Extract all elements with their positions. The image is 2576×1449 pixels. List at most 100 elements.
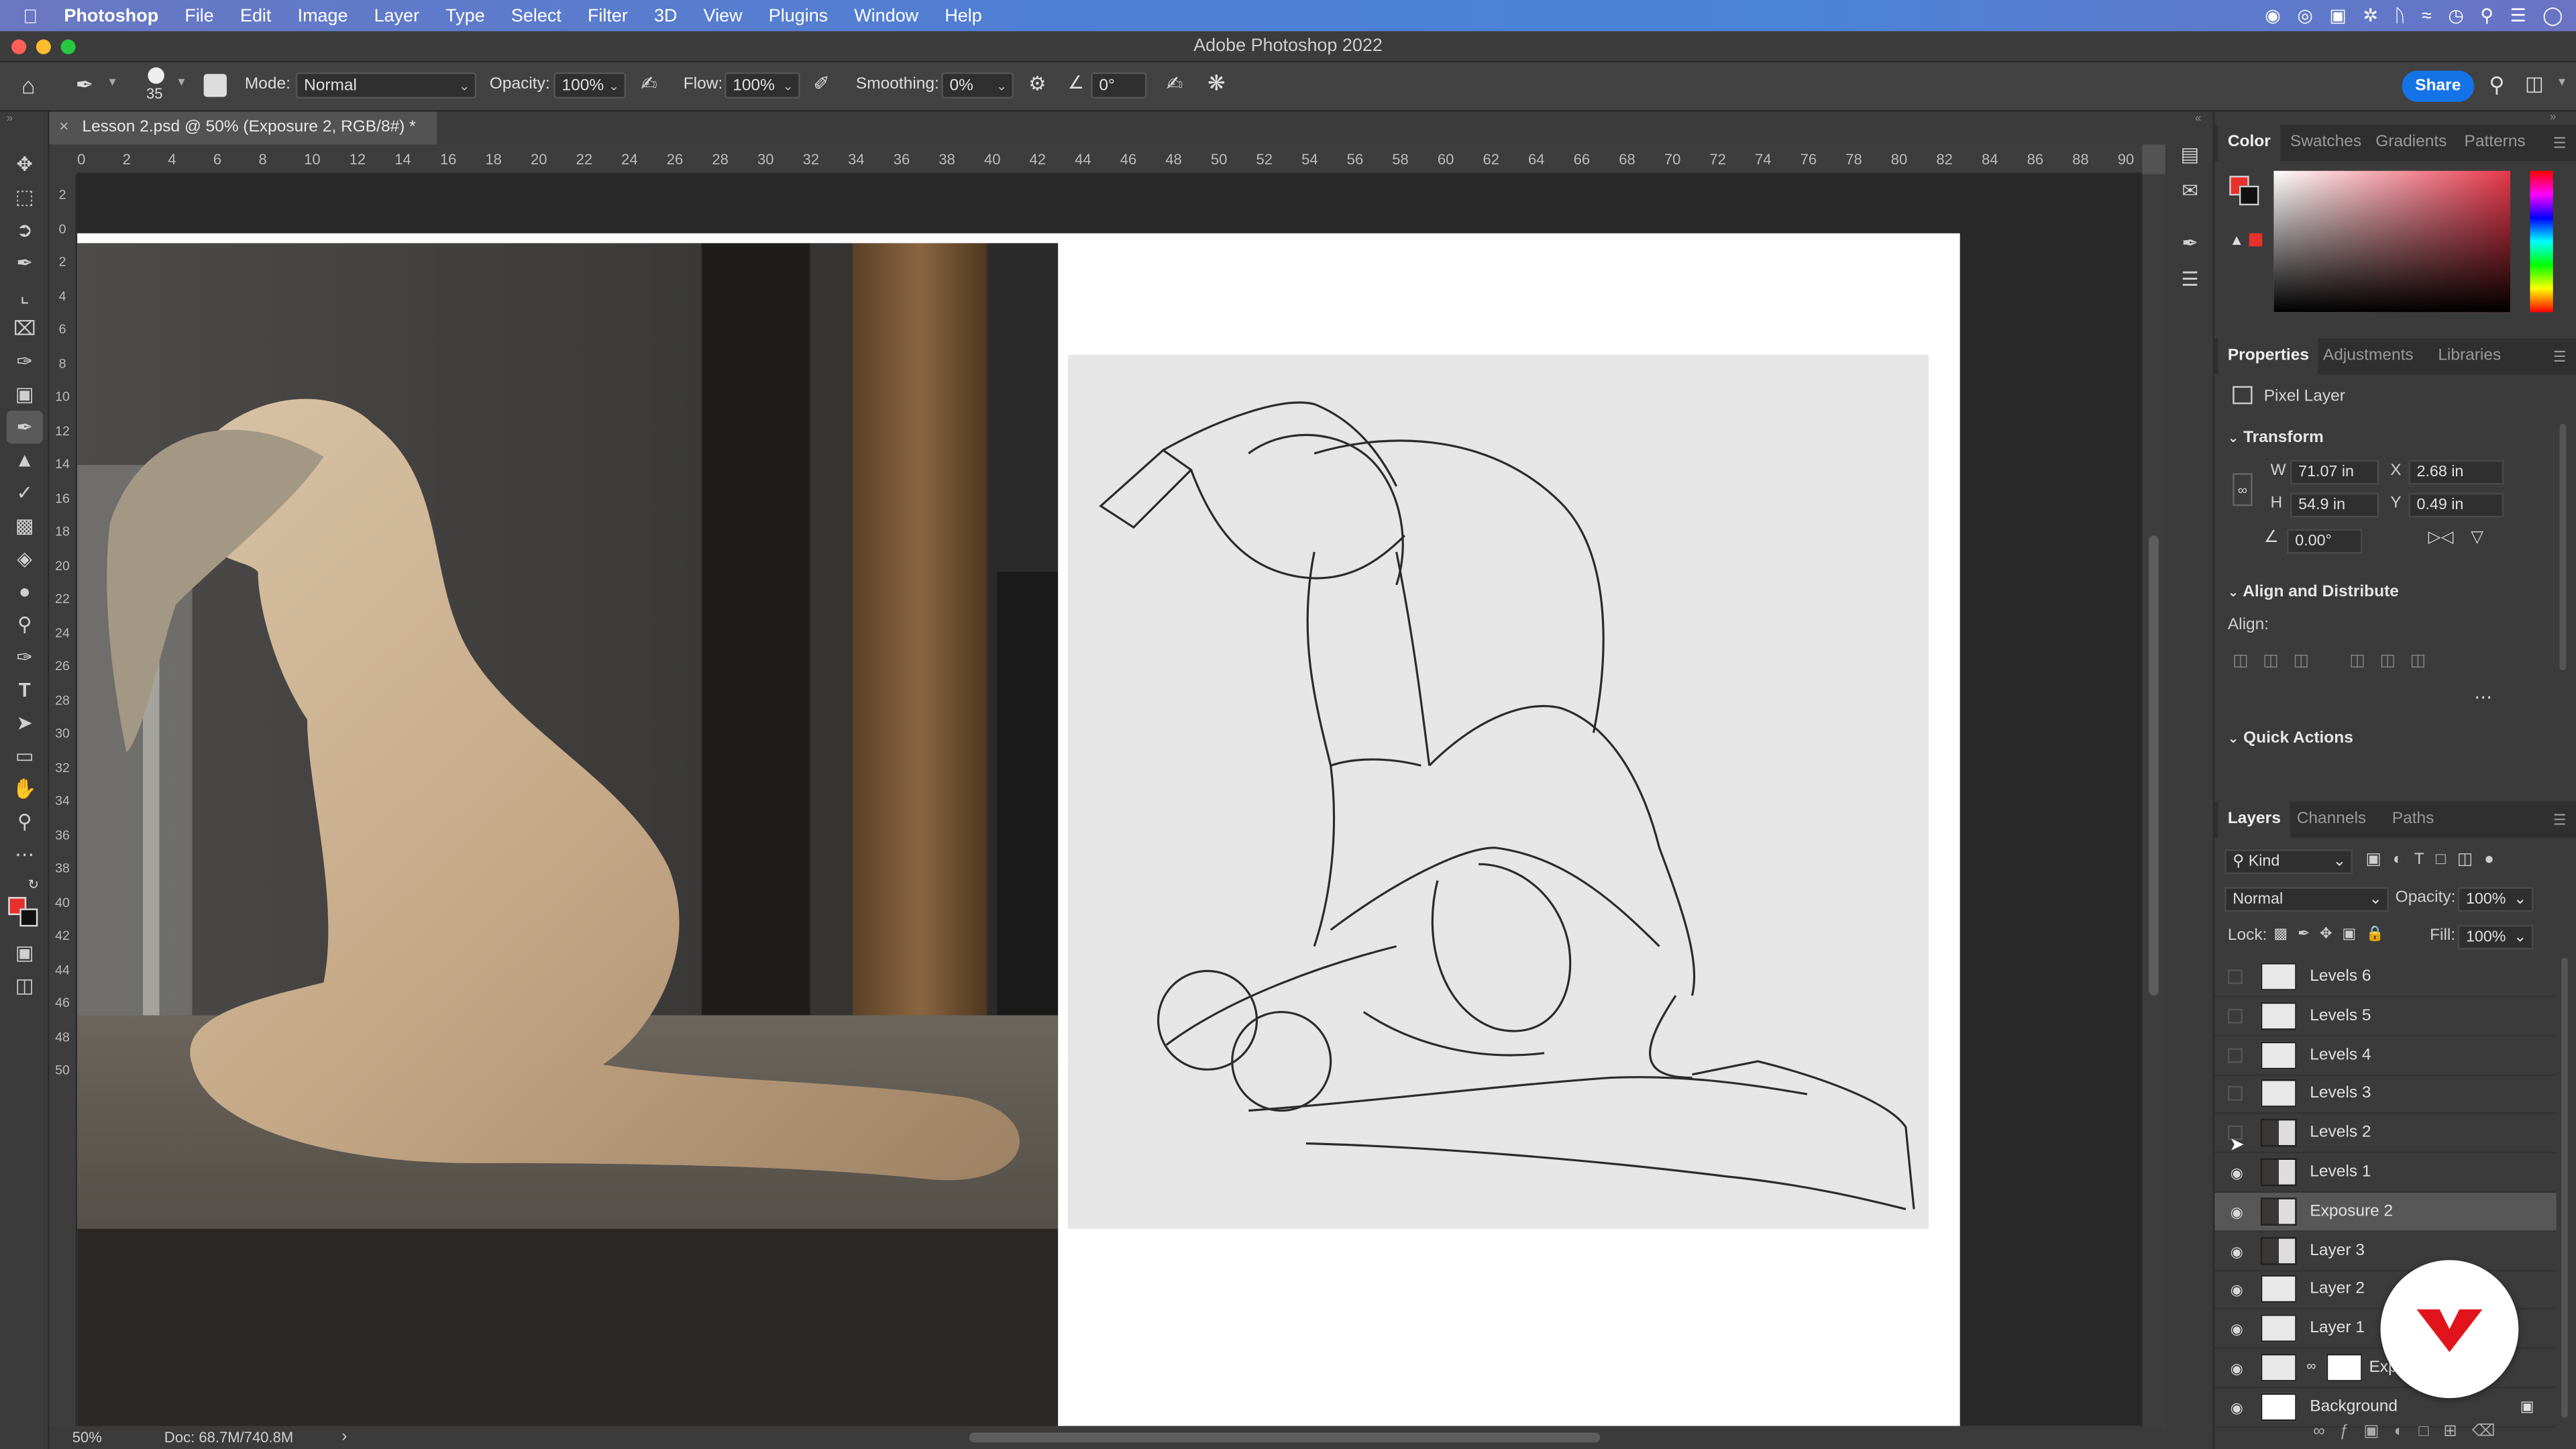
menu-edit[interactable]: Edit <box>227 6 284 25</box>
background-color-swatch[interactable] <box>19 908 38 927</box>
visibility-eye-icon[interactable] <box>2227 1047 2243 1063</box>
spotlight-search-icon[interactable]: ⚲ <box>2480 5 2493 26</box>
quick-actions-header[interactable]: ⌄ Quick Actions <box>2228 729 2353 747</box>
apple-icon[interactable]:  <box>0 4 51 27</box>
visibility-eye-icon[interactable] <box>2227 969 2243 984</box>
brush-tool-preset-icon[interactable]: ✒ <box>76 72 94 99</box>
panel-menu-icon[interactable]: ☰ <box>2553 125 2567 161</box>
new-adjustment-icon[interactable]: ◐ <box>2394 1423 2419 1441</box>
link-proportions-icon[interactable]: ∞ <box>2233 473 2253 506</box>
align-center-h-icon[interactable]: ◫ <box>2263 652 2293 670</box>
canvas-vertical-scrollbar[interactable] <box>2142 174 2165 1426</box>
layer-row[interactable]: Levels 3 <box>2214 1075 2557 1115</box>
bluetooth-icon[interactable]: ᚢ <box>2394 6 2405 25</box>
collapse-panels-icon[interactable]: « <box>2195 113 2202 125</box>
layer-row[interactable]: Levels 4 <box>2214 1036 2557 1076</box>
panel-menu-icon[interactable]: ☰ <box>2553 802 2567 838</box>
vertical-ruler[interactable]: 2 0 2 4 6 8 10 12 14 16 18 20 22 24 26 28 30 32 34 36 38 40 42… <box>49 174 78 1426</box>
swap-colors-icon[interactable]: ↻ <box>28 877 39 892</box>
flow-input[interactable]: 100% ⌄ <box>724 72 800 99</box>
layer-row[interactable]: Levels 2 <box>2214 1114 2557 1154</box>
transform-section-header[interactable]: ⌄ Transform <box>2228 429 2324 447</box>
dodge-tool-icon[interactable]: ⚲ <box>11 611 38 637</box>
align-middle-v-icon[interactable]: ◫ <box>2380 652 2410 670</box>
menu-help[interactable]: Help <box>932 6 996 25</box>
layer-row[interactable]: ◉ Levels 1 <box>2214 1153 2557 1193</box>
layer-row[interactable]: Levels 6 <box>2214 958 2557 998</box>
tab-channels[interactable]: Channels <box>2297 802 2367 838</box>
document-tab[interactable]: × Lesson 2.psd @ 50% (Exposure 2, RGB/8#… <box>49 111 437 145</box>
menu-file[interactable]: File <box>172 6 227 25</box>
hue-slider[interactable] <box>2530 170 2553 313</box>
layer-row[interactable]: Levels 5 <box>2214 997 2557 1036</box>
flip-horizontal-icon[interactable]: ▷◁ <box>2428 529 2454 547</box>
quick-mask-icon[interactable]: ▣ <box>11 940 38 966</box>
close-window-button[interactable] <box>11 39 27 54</box>
lock-image-icon[interactable]: ✒ <box>2298 925 2320 941</box>
workspace-icon[interactable]: ◫ <box>2525 72 2544 95</box>
filter-adjustment-icon[interactable]: ◐ <box>2393 851 2414 869</box>
zoom-level[interactable]: 50% <box>72 1430 102 1446</box>
airbrush-icon[interactable]: ✐ <box>813 72 830 95</box>
mask-link-icon[interactable]: ∞ <box>2306 1358 2316 1373</box>
y-input[interactable]: 0.49 in <box>2408 492 2504 518</box>
menu-3d[interactable]: 3D <box>641 6 690 25</box>
tab-swatches[interactable]: Swatches <box>2290 125 2361 161</box>
visibility-eye-icon[interactable]: ◉ <box>2228 1204 2246 1220</box>
chevron-down-icon[interactable]: ▼ <box>107 77 118 89</box>
eraser-tool-icon[interactable]: ▩ <box>11 513 38 539</box>
visibility-eye-icon[interactable] <box>2227 1008 2243 1024</box>
marquee-tool-icon[interactable]: ⬚ <box>11 184 38 210</box>
adjustments-panel-icon[interactable]: ☰ <box>2177 266 2203 292</box>
brush-tip-icon[interactable] <box>148 67 164 84</box>
blur-tool-icon[interactable]: ● <box>11 578 38 604</box>
filter-smart-object-icon[interactable]: ◫ <box>2457 851 2484 869</box>
tab-properties[interactable]: Properties <box>2218 338 2319 375</box>
visibility-eye-icon[interactable]: ◉ <box>2228 1360 2246 1377</box>
rectangle-tool-icon[interactable]: ▭ <box>11 743 38 769</box>
delete-layer-icon[interactable]: ⌫ <box>2472 1423 2510 1441</box>
add-mask-icon[interactable]: ▣ <box>2363 1423 2394 1441</box>
properties-scrollbar[interactable] <box>2559 423 2567 671</box>
wifi-icon[interactable]: ≈ <box>2422 6 2432 25</box>
layer-row[interactable]: ◉ Exposure 2 <box>2214 1192 2557 1232</box>
close-tab-icon[interactable]: × <box>59 112 68 145</box>
frame-tool-icon[interactable]: ⌧ <box>11 315 38 341</box>
height-input[interactable]: 54.9 in <box>2290 492 2379 518</box>
align-left-icon[interactable]: ◫ <box>2233 652 2263 670</box>
pressure-opacity-icon[interactable]: ✍ <box>641 72 657 95</box>
menu-app[interactable]: Photoshop <box>51 6 172 25</box>
bg-color-chip[interactable] <box>2239 185 2259 206</box>
web-safe-chip[interactable] <box>2249 233 2263 247</box>
more-options-icon[interactable]: ⋯ <box>2474 687 2492 708</box>
tab-adjustments[interactable]: Adjustments <box>2323 338 2414 374</box>
chevron-down-icon[interactable]: ▼ <box>2557 77 2568 89</box>
search-icon[interactable]: ⚲ <box>2489 72 2504 99</box>
tab-color[interactable]: Color <box>2218 125 2281 162</box>
color-field[interactable] <box>2273 170 2511 313</box>
new-group-icon[interactable]: □ <box>2418 1423 2443 1441</box>
eyedropper-tool-icon[interactable]: ✑ <box>11 348 38 374</box>
share-button[interactable]: Share <box>2402 70 2475 102</box>
visibility-eye-icon[interactable]: ◉ <box>2228 1282 2246 1298</box>
align-top-icon[interactable]: ◫ <box>2349 652 2379 670</box>
lock-transparent-icon[interactable]: ▩ <box>2273 925 2298 941</box>
hand-tool-icon[interactable]: ✋ <box>11 775 38 802</box>
align-right-icon[interactable]: ◫ <box>2294 652 2324 670</box>
gear-icon[interactable]: ⚙ <box>1028 72 1046 95</box>
filter-pixel-icon[interactable]: ▣ <box>2366 851 2393 869</box>
status-menu-chevron-icon[interactable]: › <box>341 1428 347 1446</box>
rotation-input[interactable]: 0.00° <box>2287 529 2363 554</box>
flip-vertical-icon[interactable]: ▽ <box>2471 529 2483 547</box>
gear-status-icon[interactable]: ✲ <box>2363 5 2378 26</box>
paint-bucket-tool-icon[interactable]: ◈ <box>11 545 38 572</box>
visibility-eye-icon[interactable]: ◉ <box>2228 1399 2246 1415</box>
lock-artboard-icon[interactable]: ▣ <box>2342 925 2366 941</box>
menu-select[interactable]: Select <box>498 6 574 25</box>
move-tool-icon[interactable]: ✥ <box>11 151 38 177</box>
minimize-window-button[interactable] <box>36 39 51 54</box>
tab-paths[interactable]: Paths <box>2392 802 2434 838</box>
layer-blend-mode-select[interactable]: Normal ⌄ <box>2224 887 2389 912</box>
link-layers-icon[interactable]: ∞ <box>2313 1423 2340 1441</box>
quick-selection-tool-icon[interactable]: ✒ <box>11 250 38 276</box>
